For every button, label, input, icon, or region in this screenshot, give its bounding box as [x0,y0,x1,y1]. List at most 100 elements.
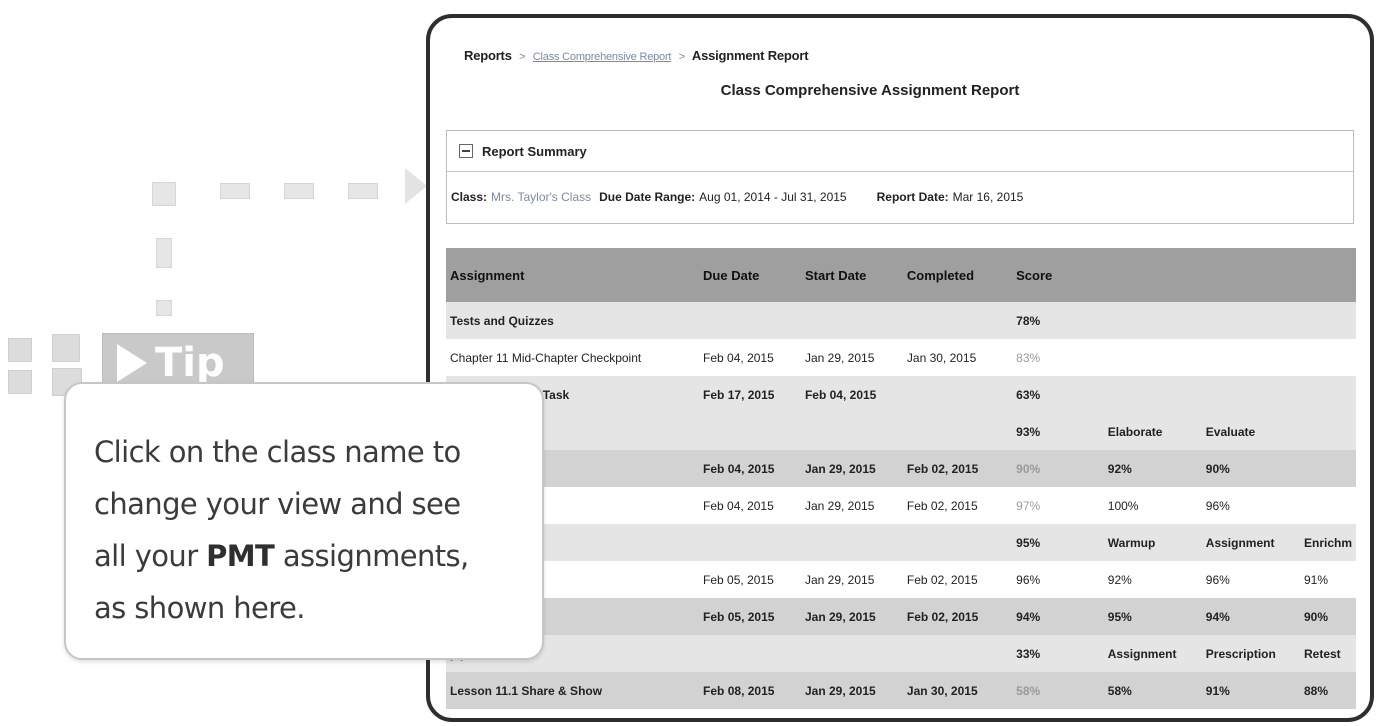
cell-extra-2: Assignment [1201,524,1300,561]
cell-completed [902,635,1013,672]
assignment-table: Assignment Due Date Start Date Completed… [446,248,1356,709]
cell-start-date: Jan 29, 2015 [800,561,903,598]
due-range-value: Aug 01, 2014 - Jul 31, 2015 [699,190,847,204]
table-row[interactable]: EFeb 04, 2015Jan 29, 2015Feb 02, 201597%… [446,487,1356,524]
tip-callout: Click on the class name to change your v… [64,382,544,660]
cell-assignment[interactable]: Tests and Quizzes [446,302,700,339]
col-score[interactable]: Score [1012,248,1104,302]
cell-completed: Feb 02, 2015 [902,598,1013,635]
cell-extra-2 [1201,376,1300,413]
table-row[interactable]: 93% Elaborate Evaluate [446,413,1356,450]
cell-extra-2: 96% [1201,561,1300,598]
cell-completed [902,413,1013,450]
col-due-date[interactable]: Due Date [699,248,801,302]
cell-score: 83% [1012,339,1104,376]
table-row[interactable]: 11 Performance TaskFeb 17, 2015Feb 04, 2… [446,376,1356,413]
class-name-link[interactable]: Mrs. Taylor's Class [491,190,591,204]
cell-start-date [800,413,903,450]
cell-extra-1 [1103,376,1202,413]
play-icon [117,344,147,382]
breadcrumb-class-report-link[interactable]: Class Comprehensive Report [533,51,672,63]
cell-score: 94% [1012,598,1104,635]
cell-start-date [800,302,903,339]
tip-line: Click on the class name to [94,435,461,469]
cell-completed: Feb 02, 2015 [902,450,1013,487]
cell-completed: Feb 02, 2015 [902,487,1013,524]
report-summary-panel: Report Summary Class: Mrs. Taylor's Clas… [446,130,1354,224]
cell-extra-3 [1299,450,1356,487]
cell-due-date: Feb 05, 2015 [699,561,801,598]
cell-extra-3 [1299,413,1356,450]
cell-due-date: Feb 17, 2015 [699,376,801,413]
cell-start-date: Jan 29, 2015 [800,598,903,635]
cell-start-date [800,524,903,561]
cell-start-date: Jan 29, 2015 [800,450,903,487]
cell-score: 96% [1012,561,1104,598]
cell-start-date [800,635,903,672]
col-completed[interactable]: Completed [902,248,1013,302]
cell-extra-1: 58% [1103,672,1202,709]
cell-completed [902,376,1013,413]
cell-extra-3: Enrichm [1299,524,1356,561]
table-row[interactable]: 1T HomeworkFeb 05, 2015Jan 29, 2015Feb 0… [446,598,1356,635]
cell-assignment[interactable]: Chapter 11 Mid-Chapter Checkpoint [446,339,700,376]
report-summary-title: Report Summary [482,143,587,159]
cell-extra-3: 91% [1299,561,1356,598]
cell-extra-2: Evaluate [1201,413,1300,450]
cell-completed [902,524,1013,561]
cell-completed: Jan 30, 2015 [902,339,1013,376]
cell-start-date: Jan 29, 2015 [800,339,903,376]
cell-completed [902,302,1013,339]
table-row[interactable]: Chapter 11 Mid-Chapter Checkpoint Feb 04,… [446,339,1356,376]
table-body: Tests and Quizzes 78% Chapter 11 Mid-Chapt… [446,302,1356,709]
cell-completed: Jan 30, 2015 [902,672,1013,709]
cell-start-date: Feb 04, 2015 [800,376,903,413]
due-range-label: Due Date Range: [599,190,696,204]
tip-message: Click on the class name to change your v… [94,426,542,634]
cell-due-date [699,635,801,672]
cell-extra-3 [1299,339,1356,376]
col-extra-3 [1299,248,1356,302]
col-extra-2 [1201,248,1300,302]
breadcrumb-current: Assignment Report [691,48,809,63]
tip-line: all your PMT assignments, [94,539,469,573]
cell-extra-1: 100% [1103,487,1202,524]
cell-due-date: Feb 05, 2015 [699,598,801,635]
cell-extra-2: Prescription [1201,635,1300,672]
table-row[interactable]: EFeb 04, 2015Jan 29, 2015Feb 02, 201590%… [446,450,1356,487]
cell-due-date: Feb 04, 2015 [699,339,801,376]
cell-start-date: Jan 29, 2015 [800,672,903,709]
breadcrumb-reports[interactable]: Reports [464,48,512,63]
collapse-icon[interactable] [459,144,473,158]
cell-score: 63% [1012,376,1104,413]
cell-extra-3 [1299,376,1356,413]
cell-extra-2: 96% [1201,487,1300,524]
cell-due-date [699,302,801,339]
cell-extra-3: 88% [1299,672,1356,709]
table-row[interactable]: 1T HomeworkFeb 05, 2015Jan 29, 2015Feb 0… [446,561,1356,598]
cell-extra-2: 91% [1201,672,1300,709]
cell-extra-1: 92% [1103,450,1202,487]
cell-extra-2: 94% [1201,598,1300,635]
table-row[interactable]: on Assignments95%WarmupAssignmentEnrichm [446,524,1356,561]
cell-extra-1: 95% [1103,598,1202,635]
table-header-row: Assignment Due Date Start Date Completed… [446,248,1356,302]
col-start-date[interactable]: Start Date [800,248,903,302]
cell-score: 58% [1012,672,1104,709]
cell-score: 33% [1012,635,1104,672]
cell-assignment[interactable]: Lesson 11.1 Share & Show [446,672,700,709]
report-summary-header[interactable]: Report Summary [447,131,1353,172]
table-row[interactable]: Lesson 11.1 Share & Show Feb 08, 2015 Jan … [446,672,1356,709]
cell-completed: Feb 02, 2015 [902,561,1013,598]
table-row[interactable]: Tests and Quizzes 78% [446,302,1356,339]
table-row[interactable]: y plan33%AssignmentPrescriptionRetest [446,635,1356,672]
cell-due-date: Feb 04, 2015 [699,450,801,487]
cell-start-date: Jan 29, 2015 [800,487,903,524]
cell-score: 97% [1012,487,1104,524]
cell-score: 93% [1012,413,1104,450]
cell-extra-3 [1299,302,1356,339]
col-assignment[interactable]: Assignment [446,248,700,302]
cell-extra-2: 90% [1201,450,1300,487]
cell-extra-2 [1201,339,1300,376]
breadcrumb: Reports > Class Comprehensive Report > A… [464,48,809,63]
